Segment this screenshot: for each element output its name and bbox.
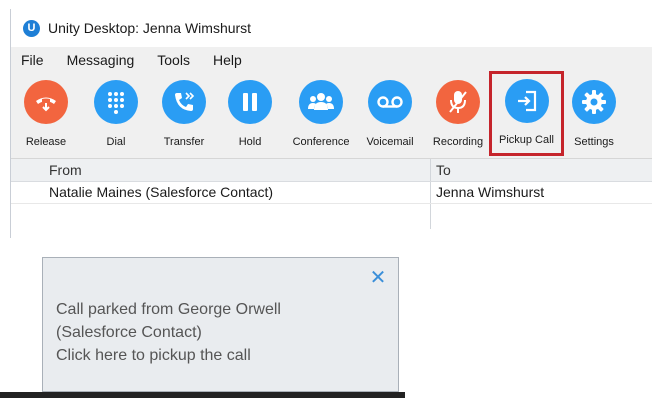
release-label: Release [25, 136, 67, 148]
recording-label: Recording [432, 136, 484, 148]
settings-label: Settings [574, 136, 614, 148]
mic-off-icon [436, 80, 480, 124]
app-window: U Unity Desktop: Jenna Wimshurst File Me… [10, 9, 652, 238]
conference-button[interactable]: Conference [288, 72, 354, 158]
calls-table-header: From To [11, 159, 652, 182]
column-to[interactable]: To [436, 159, 451, 181]
pause-icon [228, 80, 272, 124]
settings-button[interactable]: Settings [569, 72, 619, 158]
dial-button[interactable]: Dial [89, 72, 143, 158]
menu-messaging[interactable]: Messaging [65, 50, 137, 70]
voicemail-label: Voicemail [366, 136, 414, 148]
column-from[interactable]: From [49, 159, 82, 181]
voicemail-button[interactable]: Voicemail [362, 72, 418, 158]
parked-call-notification[interactable]: ✕ Call parked from George Orwell (Salesf… [42, 257, 399, 392]
table-row[interactable]: Natalie Maines (Salesforce Contact) Jenn… [11, 182, 652, 204]
close-icon[interactable]: ✕ [368, 268, 388, 288]
notification-line-3: Click here to pickup the call [56, 347, 251, 364]
transfer-label: Transfer [163, 136, 205, 148]
taskbar-strip [0, 392, 405, 398]
notification-line-2: (Salesforce Contact) [56, 324, 202, 341]
hold-label: Hold [238, 136, 262, 148]
notification-message[interactable]: Call parked from George Orwell (Salesfor… [56, 298, 281, 367]
app-logo-icon: U [23, 19, 40, 37]
phone-hangup-icon [24, 80, 68, 124]
recording-button[interactable]: Recording [430, 72, 486, 158]
window-title: Unity Desktop: Jenna Wimshurst [48, 20, 252, 36]
column-divider [430, 204, 431, 229]
menu-tools[interactable]: Tools [155, 50, 192, 70]
menu-file[interactable]: File [19, 50, 46, 70]
call-toolbar: Release Dial Transfer Hold Conference Vo… [11, 71, 652, 159]
title-bar: U Unity Desktop: Jenna Wimshurst [11, 9, 652, 48]
pickup-call-label: Pickup Call [498, 134, 555, 146]
dial-label: Dial [106, 136, 126, 148]
group-icon [299, 80, 343, 124]
phone-transfer-icon [162, 80, 206, 124]
conference-label: Conference [292, 136, 350, 148]
release-button[interactable]: Release [17, 72, 75, 158]
table-empty-area [11, 204, 652, 229]
pickup-icon [504, 79, 549, 123]
gear-icon [572, 80, 616, 124]
column-divider[interactable] [430, 159, 431, 181]
pickup-call-button[interactable]: Pickup Call [489, 71, 564, 156]
transfer-button[interactable]: Transfer [155, 72, 213, 158]
dialpad-icon [94, 80, 138, 124]
menu-bar: File Messaging Tools Help [11, 48, 652, 72]
row-to-cell: Jenna Wimshurst [436, 184, 545, 200]
menu-help[interactable]: Help [211, 50, 244, 70]
row-from-cell: Natalie Maines (Salesforce Contact) [49, 184, 274, 200]
voicemail-icon [368, 80, 412, 124]
hold-button[interactable]: Hold [225, 72, 275, 158]
notification-line-1: Call parked from George Orwell [56, 301, 281, 318]
column-divider [430, 182, 431, 203]
